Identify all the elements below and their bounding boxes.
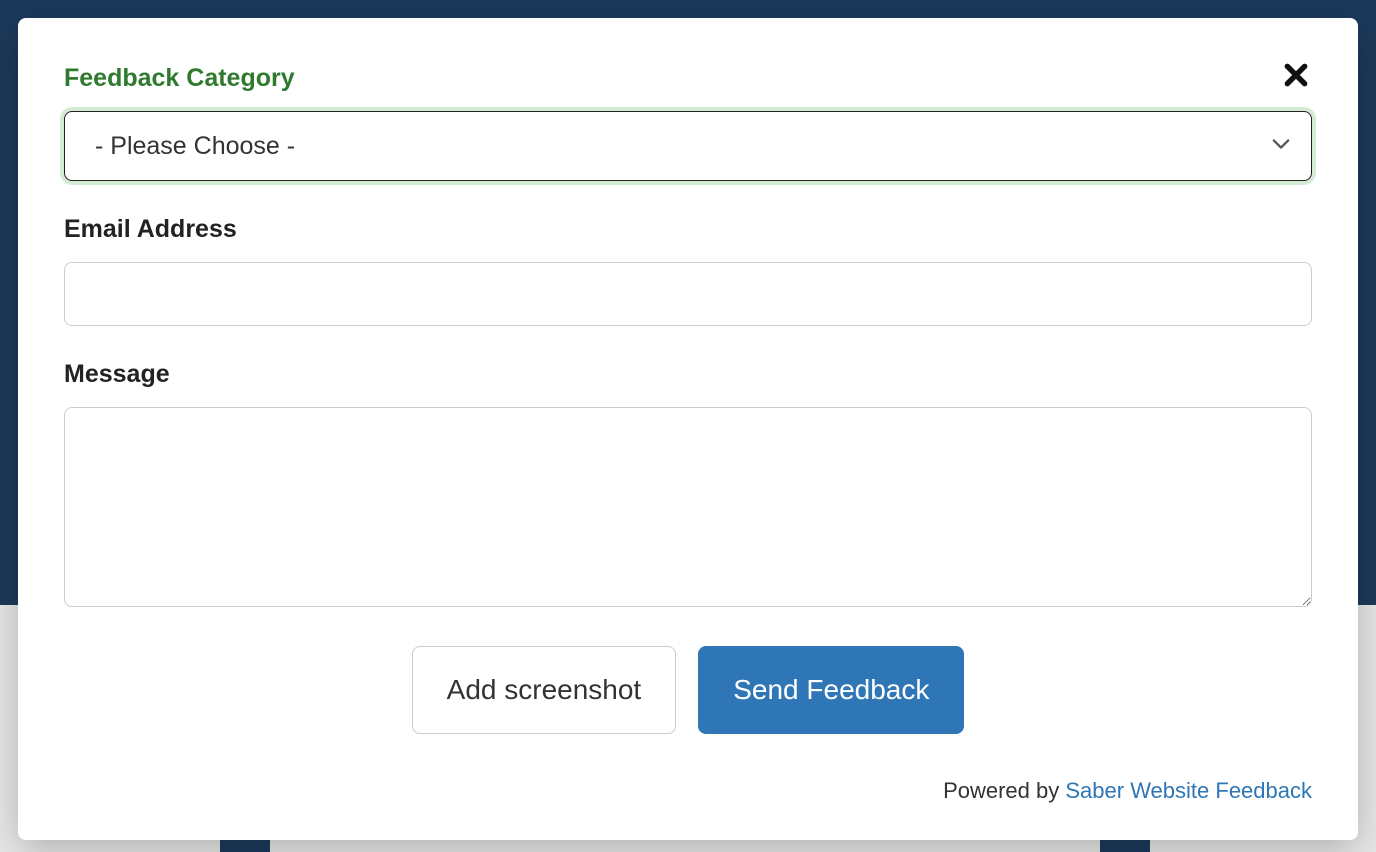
email-label: Email Address [64,215,1312,244]
category-group: Feedback Category - Please Choose - [64,64,1312,181]
category-label: Feedback Category [64,64,1312,93]
message-field[interactable] [64,407,1312,607]
message-group: Message [64,360,1312,612]
button-row: Add screenshot Send Feedback [64,646,1312,734]
email-group: Email Address [64,215,1312,326]
message-label: Message [64,360,1312,389]
powered-by: Powered by Saber Website Feedback [64,778,1312,804]
category-select[interactable]: - Please Choose - [64,111,1312,181]
feedback-modal: Feedback Category - Please Choose - Emai… [18,18,1358,840]
powered-by-link[interactable]: Saber Website Feedback [1065,778,1312,803]
close-icon [1283,62,1309,91]
send-feedback-button[interactable]: Send Feedback [698,646,964,734]
add-screenshot-button[interactable]: Add screenshot [412,646,677,734]
email-field[interactable] [64,262,1312,326]
powered-by-prefix: Powered by [943,778,1065,803]
close-button[interactable] [1276,56,1316,96]
category-select-wrap: - Please Choose - [64,111,1312,181]
